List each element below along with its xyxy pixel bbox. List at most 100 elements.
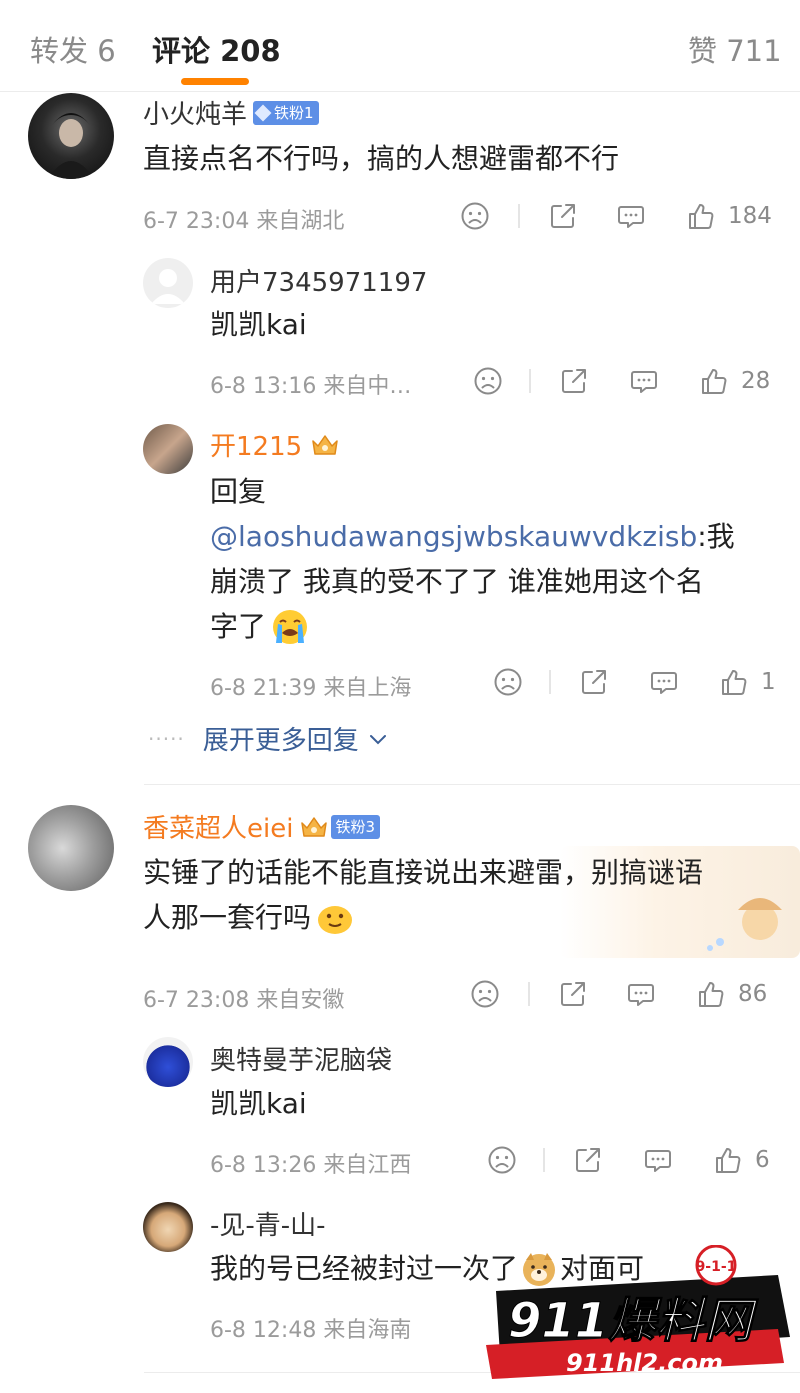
comment-icon [643,1145,673,1175]
share-button[interactable] [558,976,588,1012]
avatar[interactable] [143,1202,193,1252]
reply-author[interactable]: 开1215 [210,426,340,463]
author-name: 小火炖羊 [143,100,248,130]
comment-meta: 6-7 23:04 来自湖北 [143,209,345,234]
like-icon [686,201,716,231]
reply-button[interactable] [629,363,659,399]
reply-meta: 6-8 13:26 来自江西 [210,1153,412,1178]
like-button[interactable]: 28 [699,363,770,399]
reply-actions: 28 [473,363,783,399]
like-count: 184 [728,203,772,229]
dots-icon: ····· [148,726,185,751]
sad-face-icon [493,667,523,697]
expand-more-replies-button[interactable]: ····· 展开更多回复 [148,720,389,757]
like-button[interactable]: 6 [713,1142,770,1178]
comment-meta: 6-7 23:08 来自安徽 [143,988,345,1013]
like-icon [696,979,726,1009]
like-button[interactable]: 1 [719,664,776,700]
sad-face-icon [460,201,490,231]
like-icon [713,1145,743,1175]
dislike-button[interactable] [493,664,523,700]
divider [518,204,520,228]
reply-text-line: 崩溃了 我真的受不了了 谁准她用这个名 [210,565,704,598]
tab-comments[interactable]: 评论 208 [152,28,281,70]
watermark-brand: 911爆料网 [508,1293,759,1349]
comment-tabs: 转发 6 评论 208 赞 711 [0,0,800,92]
fan-badge: 铁粉1 [253,100,319,125]
like-icon [719,667,749,697]
share-button[interactable] [559,363,589,399]
comment-author[interactable]: 小火炖羊 铁粉1 [143,94,319,131]
dislike-button[interactable] [470,976,500,1012]
avatar[interactable] [143,1037,193,1087]
melting-face-emoji-icon [318,906,353,934]
tab-repost[interactable]: 转发 6 [30,28,116,70]
reply-text-line: @laoshudawangsjwbskauwvdkzisb:我 [210,520,735,553]
like-button[interactable]: 184 [686,198,772,234]
divider [543,1148,545,1172]
divider [549,670,551,694]
comment-icon [626,979,656,1009]
reply-meta: 6-8 21:39 来自上海 [210,676,412,701]
share-icon [573,1145,603,1175]
reply-button[interactable] [643,1142,673,1178]
reply-author[interactable]: -见-青-山- [210,1205,326,1242]
comment-text-line: 人那一套行吗 [143,896,355,940]
like-icon [699,366,729,396]
comment-icon [616,201,646,231]
avatar[interactable] [28,805,114,891]
reply-text: 凯凯kai [210,308,307,341]
comment-icon [629,366,659,396]
like-count: 28 [741,368,771,394]
like-count: 6 [755,1147,770,1173]
tab-likes[interactable]: 赞 711 [688,28,782,70]
like-count: 86 [738,981,768,1007]
avatar[interactable] [143,258,193,308]
comment-actions: 184 [460,198,780,234]
author-name: 开1215 [210,432,303,462]
avatar[interactable] [143,424,193,474]
reply-actions: 6 [487,1142,783,1178]
share-button[interactable] [548,198,578,234]
reply-button[interactable] [649,664,679,700]
reply-text: 凯凯kai [210,1087,307,1120]
diamond-icon [254,104,272,121]
watermark-url: 911hl2.com [566,1349,723,1377]
chevron-down-icon [369,734,386,744]
like-count: 1 [761,669,776,695]
crown-badge-icon [310,432,340,458]
reply-button[interactable] [626,976,656,1012]
divider [529,369,531,393]
comment-text-line: 实锤了的话能不能直接说出来避雷，别搞谜语 [143,856,704,889]
comment-actions: 86 [470,976,780,1012]
avatar[interactable] [28,93,114,179]
share-icon [559,366,589,396]
dislike-button[interactable] [487,1142,517,1178]
active-tab-indicator [181,78,249,85]
user-mention-link[interactable]: @laoshudawangsjwbskauwvdkzisb [210,520,697,553]
reply-text-line: 回复 [210,475,267,508]
reply-author[interactable]: 奥特曼芋泥脑袋 [210,1040,392,1077]
sad-face-icon [473,366,503,396]
share-button[interactable] [579,664,609,700]
share-button[interactable] [573,1142,603,1178]
site-watermark: 9-1-1 911爆料网 911hl2.com [478,1244,798,1393]
share-icon [579,667,609,697]
sad-face-icon [470,979,500,1009]
dislike-button[interactable] [460,198,490,234]
reply-text-line: 字了 [210,605,310,649]
crown-badge-icon [299,814,329,840]
reply-author[interactable]: 用户7345971197 [210,262,427,299]
comment-text: 直接点名不行吗，搞的人想避雷都不行 [143,142,620,175]
dislike-button[interactable] [473,363,503,399]
sad-face-icon [487,1145,517,1175]
like-button[interactable]: 86 [696,976,767,1012]
comment-divider [144,784,800,785]
reply-button[interactable] [616,198,646,234]
divider [528,982,530,1006]
comment-author[interactable]: 香菜超人eiei 铁粉3 [143,808,380,845]
reply-meta: 6-8 12:48 来自海南 [210,1318,412,1343]
share-icon [558,979,588,1009]
crying-emoji-icon [273,610,308,644]
fan-badge: 铁粉3 [331,814,380,839]
